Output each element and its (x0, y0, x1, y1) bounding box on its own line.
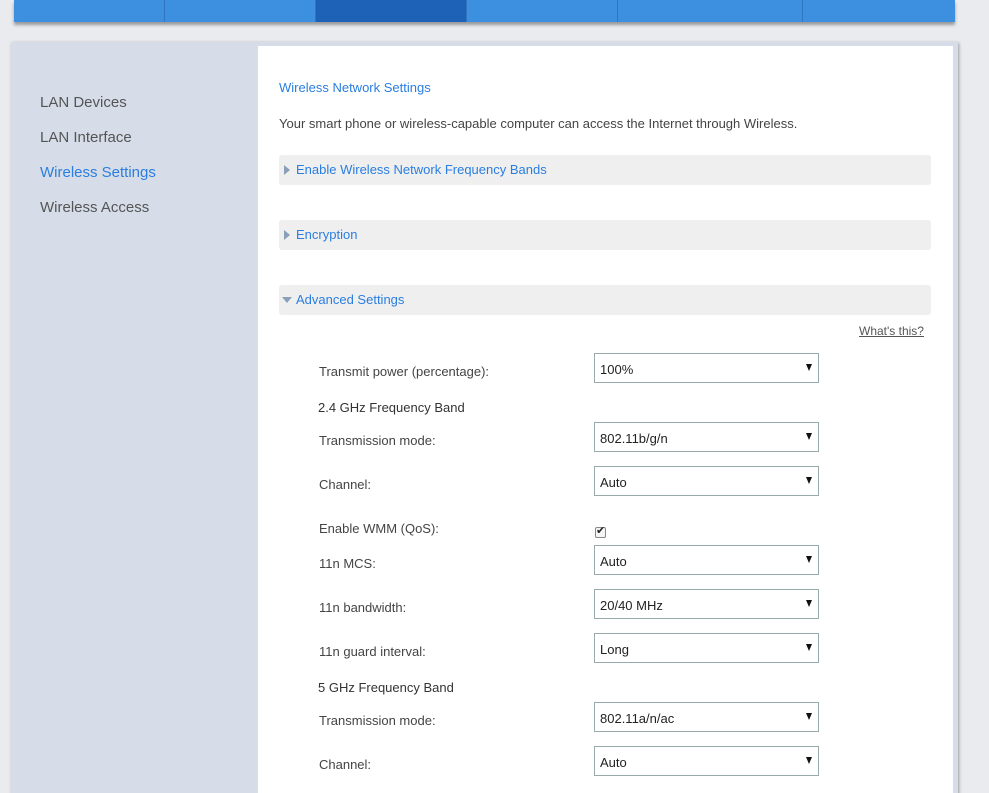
channel-24-label: Channel: (319, 477, 372, 492)
nav-tab-4[interactable] (467, 0, 618, 22)
mcs-label: 11n MCS: (319, 556, 376, 571)
channel-24-select[interactable]: Auto (594, 466, 819, 496)
caret-down-icon (806, 556, 812, 563)
channel-5-label: Channel: (319, 757, 372, 772)
select-value: Auto (600, 554, 627, 569)
wmm-checkbox[interactable]: ✔ (595, 524, 606, 538)
caret-down-icon (806, 600, 812, 607)
section-label: Encryption (296, 227, 358, 242)
caret-down-icon (806, 644, 812, 651)
guard-interval-select[interactable]: Long (594, 633, 819, 663)
select-value: Long (600, 642, 629, 657)
nav-tab-2[interactable] (165, 0, 316, 22)
checkmark-icon: ✔ (596, 524, 606, 537)
select-value: 802.11a/n/ac (600, 711, 675, 726)
wmm-label: Enable WMM (QoS): (319, 521, 439, 536)
caret-down-icon (806, 477, 812, 484)
guard-interval-label: 11n guard interval: (319, 644, 426, 659)
mcs-select[interactable]: Auto (594, 545, 819, 575)
transmit-power-label: Transmit power (percentage): (319, 364, 490, 379)
sidebar: LAN Devices LAN Interface Wireless Setti… (11, 42, 258, 793)
bandwidth-select[interactable]: 20/40 MHz (594, 589, 819, 619)
nav-tab-active[interactable] (316, 0, 467, 22)
caret-down-icon (806, 713, 812, 720)
section-label: Enable Wireless Network Frequency Bands (296, 162, 547, 177)
sidebar-item-lan-interface[interactable]: LAN Interface (40, 129, 132, 146)
caret-down-icon (806, 433, 812, 440)
transmit-power-select[interactable]: 100% (594, 353, 819, 383)
sidebar-item-wireless-access[interactable]: Wireless Access (40, 199, 149, 216)
band-24ghz-title: 2.4 GHz Frequency Band (318, 400, 465, 415)
top-navigation (14, 0, 955, 22)
page-description: Your smart phone or wireless-capable com… (279, 116, 798, 131)
caret-down-icon (806, 364, 812, 371)
whats-this-link[interactable]: What's this? (859, 324, 924, 338)
section-label: Advanced Settings (296, 292, 405, 307)
select-value: 802.11b/g/n (600, 431, 668, 446)
main-panel: LAN Devices LAN Interface Wireless Setti… (11, 42, 958, 793)
caret-down-icon (806, 757, 812, 764)
channel-5-select[interactable]: Auto (594, 746, 819, 776)
transmission-mode-5-select[interactable]: 802.11a/n/ac (594, 702, 819, 732)
sidebar-item-lan-devices[interactable]: LAN Devices (40, 94, 127, 111)
nav-tab-5[interactable] (618, 0, 803, 22)
chevron-right-icon (284, 165, 290, 175)
select-value: 100% (600, 362, 634, 377)
select-value: Auto (600, 755, 627, 770)
page-title: Wireless Network Settings (279, 80, 431, 95)
section-advanced-settings[interactable]: Advanced Settings (279, 285, 931, 315)
content-area: Wireless Network Settings Your smart pho… (258, 46, 953, 793)
section-frequency-bands[interactable]: Enable Wireless Network Frequency Bands (279, 155, 931, 185)
chevron-down-icon (282, 297, 292, 303)
nav-tab-1[interactable] (14, 0, 165, 22)
select-value: Auto (600, 475, 627, 490)
section-encryption[interactable]: Encryption (279, 220, 931, 250)
transmission-mode-24-label: Transmission mode: (319, 433, 436, 448)
sidebar-item-wireless-settings[interactable]: Wireless Settings (40, 164, 156, 181)
transmission-mode-5-label: Transmission mode: (319, 713, 436, 728)
transmission-mode-24-select[interactable]: 802.11b/g/n (594, 422, 819, 452)
chevron-right-icon (284, 230, 290, 240)
band-5ghz-title: 5 GHz Frequency Band (318, 680, 454, 695)
nav-tab-6[interactable] (803, 0, 955, 22)
bandwidth-label: 11n bandwidth: (319, 600, 407, 615)
select-value: 20/40 MHz (600, 598, 663, 613)
